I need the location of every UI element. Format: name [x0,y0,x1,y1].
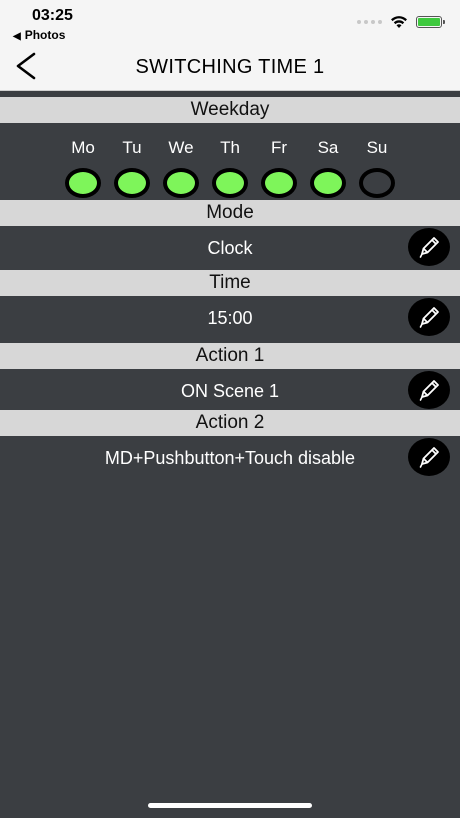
time-row: 15:00 [0,296,460,340]
weekday-header: Weekday [0,97,460,123]
mode-header: Mode [0,200,460,226]
action1-value: ON Scene 1 [180,381,280,401]
weekday-toggle[interactable] [163,168,199,198]
pencil-icon [419,447,439,468]
back-app-label: Photos [24,28,66,42]
weekday-su[interactable]: Su [357,138,397,198]
weekday-label: Mo [71,138,95,157]
weekday-toggle[interactable] [261,168,297,198]
pencil-icon [419,307,439,328]
mode-row: Clock [0,226,460,270]
home-indicator[interactable] [148,803,312,808]
action2-edit-button[interactable] [408,438,450,476]
wifi-icon [391,16,407,28]
action1-edit-button[interactable] [408,371,450,409]
action1-header: Action 1 [0,343,460,369]
pencil-icon [419,237,439,258]
weekday-toggle[interactable] [65,168,101,198]
mode-edit-button[interactable] [408,228,450,266]
weekday-toggle[interactable] [212,168,248,198]
action2-value: MD+Pushbutton+Touch disable [104,448,356,468]
back-triangle-icon: ◀ [13,31,21,42]
navigation-bar: SWITCHING TIME 1 [0,44,460,91]
mode-value: Clock [207,238,253,258]
weekday-label: Su [366,138,388,157]
signal-icon [357,20,382,24]
weekday-label: We [168,138,194,157]
weekday-label: Th [220,138,240,157]
battery-icon [416,16,445,28]
weekday-mo[interactable]: Mo [63,138,103,198]
weekday-label: Sa [317,138,339,157]
status-time: 03:25 [32,7,73,24]
status-bar: 03:25 ◀ Photos [0,0,460,44]
action1-row: ON Scene 1 [0,369,460,413]
weekday-tu[interactable]: Tu [112,138,152,198]
weekday-we[interactable]: We [161,138,201,198]
weekday-sa[interactable]: Sa [308,138,348,198]
time-value: 15:00 [207,308,253,328]
weekday-fr[interactable]: Fr [259,138,299,198]
weekday-toggle[interactable] [310,168,346,198]
action2-header: Action 2 [0,410,460,436]
back-to-app-link[interactable]: ◀ Photos [13,28,65,42]
weekday-toggle[interactable] [114,168,150,198]
pencil-icon [419,380,439,401]
time-header: Time [0,270,460,296]
weekday-toggle[interactable] [359,168,395,198]
weekday-th[interactable]: Th [210,138,250,198]
weekday-selector: Mo Tu We Th Fr Sa Su [0,132,460,202]
weekday-label: Tu [122,138,142,157]
page-title: SWITCHING TIME 1 [135,56,325,78]
time-edit-button[interactable] [408,298,450,336]
weekday-label: Fr [270,138,288,157]
action2-row: MD+Pushbutton+Touch disable [0,436,460,480]
status-icons [357,12,445,32]
